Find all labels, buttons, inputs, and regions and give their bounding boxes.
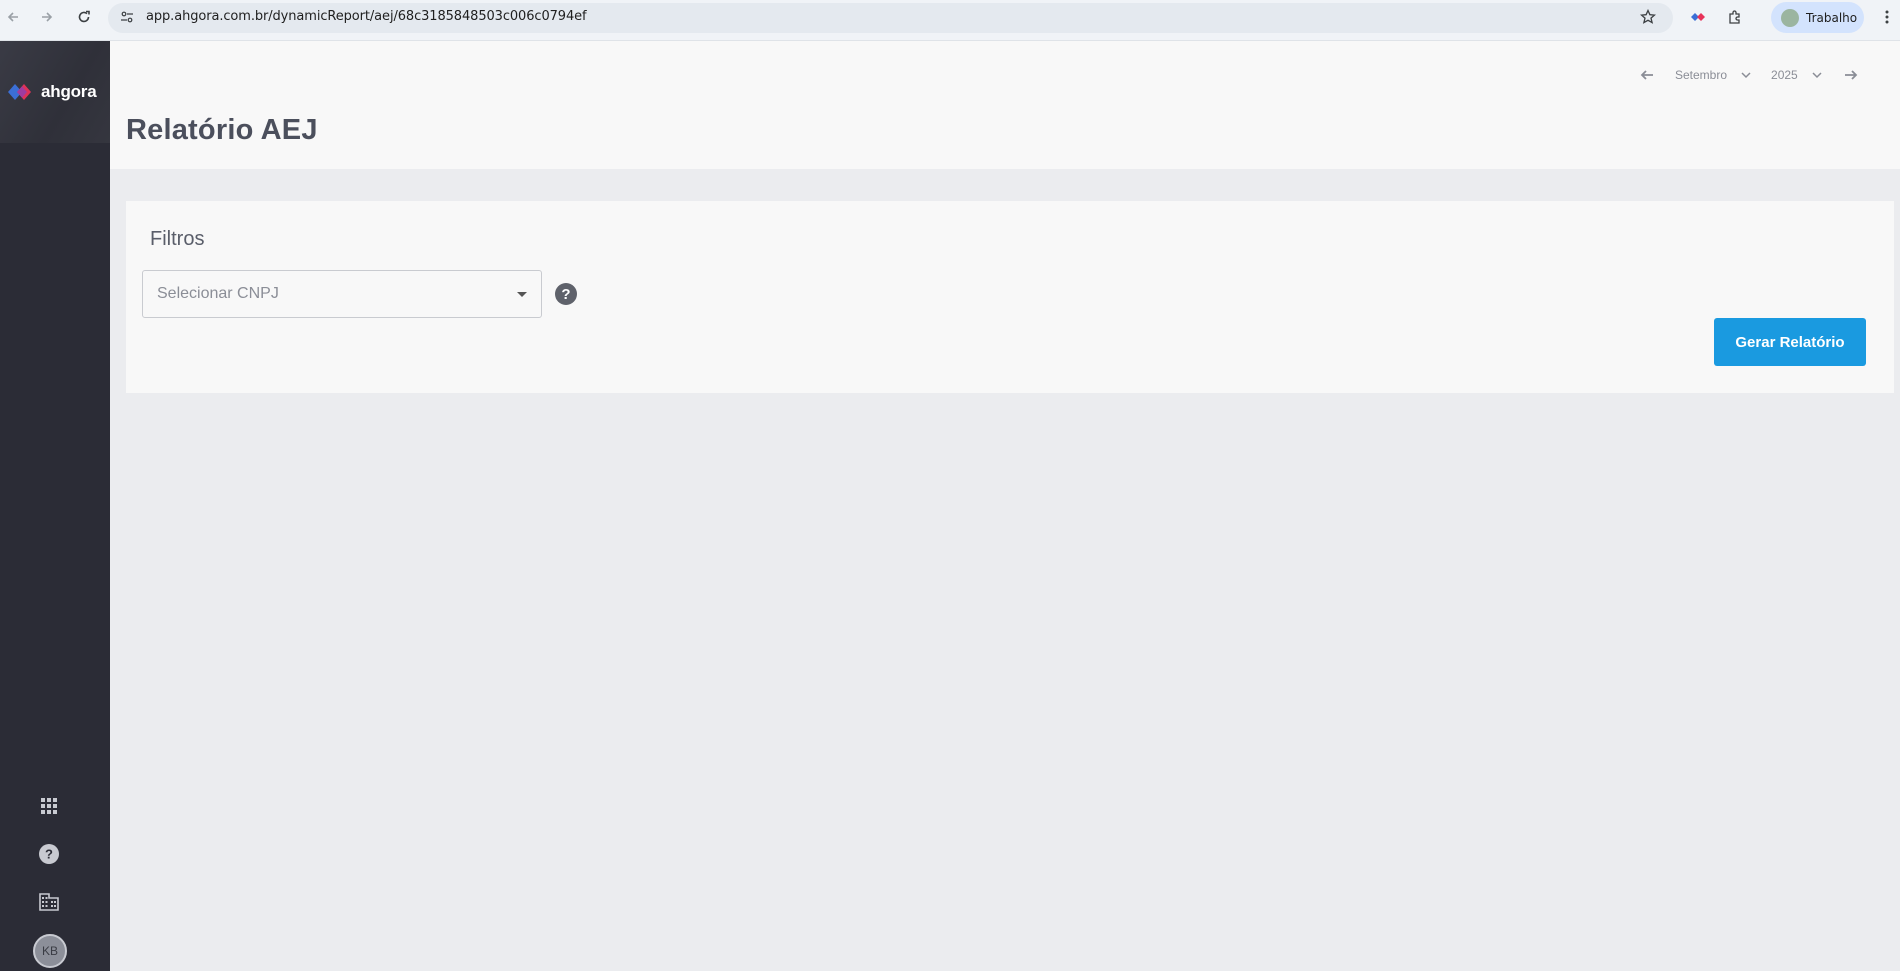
help-circle-icon[interactable]: ? [555,283,577,305]
filters-title: Filtros [150,228,205,250]
previous-period-arrow-icon[interactable] [1640,69,1654,81]
brand-name: ahgora [41,82,97,101]
cnpj-select[interactable]: Selecionar CNPJ [142,270,542,318]
user-avatar[interactable]: KB [33,934,67,968]
next-period-arrow-icon[interactable] [1844,69,1858,81]
reload-icon[interactable] [73,6,95,28]
ahgora-extension-icon[interactable] [1688,6,1710,28]
year-select[interactable]: 2025 [1771,68,1822,82]
month-value: Setembro [1675,68,1728,82]
cnpj-select-placeholder: Selecionar CNPJ [157,285,279,302]
extensions-icon[interactable] [1724,6,1746,28]
company-building-icon[interactable] [36,889,62,915]
profile-chip[interactable]: Trabalho [1771,2,1864,33]
caret-down-icon [517,292,527,297]
svg-text:?: ? [45,847,53,862]
browser-menu-icon[interactable] [1876,6,1898,28]
filters-card: Filtros Selecionar CNPJ ? Gerar Relatóri… [126,201,1894,393]
page-header: Setembro 2025 Relatório AEJ [110,41,1900,169]
month-select[interactable]: Setembro [1675,68,1751,82]
help-icon[interactable]: ? [36,841,62,867]
url-text[interactable]: app.ahgora.com.br/dynamicReport/aej/68c3… [146,9,587,24]
chevron-down-icon [1812,72,1822,79]
profile-label: Trabalho [1806,10,1858,25]
browser-toolbar: app.ahgora.com.br/dynamicReport/aej/68c3… [0,0,1900,41]
ahgora-logo-icon [8,84,31,100]
year-value: 2025 [1771,68,1798,82]
bookmark-star-icon[interactable] [1637,6,1659,28]
brand-logo[interactable]: ahgora [0,41,110,143]
generate-report-button[interactable]: Gerar Relatório [1714,318,1866,366]
forward-icon[interactable] [36,6,58,28]
site-info-icon[interactable] [116,6,138,28]
profile-avatar [1781,8,1799,27]
period-selector: Setembro 2025 [1640,63,1858,87]
sidebar: ahgora ? KB [0,41,110,971]
back-icon[interactable] [2,6,24,28]
page-title: Relatório AEJ [126,114,318,146]
chevron-down-icon [1741,72,1751,79]
apps-grid-icon[interactable] [36,793,62,819]
